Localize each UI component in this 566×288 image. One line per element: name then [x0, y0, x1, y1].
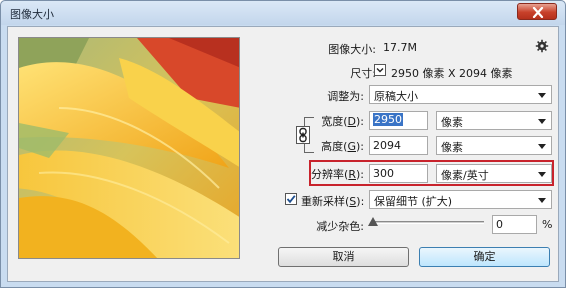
width-value: 2950 — [373, 113, 403, 126]
chevron-down-icon — [538, 119, 546, 124]
chevron-down-icon — [376, 68, 384, 73]
constrain-proportions-button[interactable] — [296, 126, 310, 144]
width-input[interactable]: 2950 — [369, 111, 428, 130]
chevron-down-icon — [538, 144, 546, 149]
flower-preview-image — [19, 38, 239, 258]
resolution-label: 分辨率(R): — [311, 168, 364, 181]
ok-button[interactable]: 确定 — [419, 247, 550, 267]
width-unit-select[interactable]: 像素 — [436, 111, 552, 130]
reduce-noise-unit: % — [542, 218, 553, 231]
dimensions-unit-toggle[interactable] — [374, 64, 386, 76]
resolution-value: 300 — [373, 167, 394, 180]
close-button[interactable] — [517, 3, 557, 20]
chevron-down-icon — [538, 172, 546, 177]
fit-to-select[interactable]: 原稿大小 — [369, 85, 552, 104]
dialog-body: 图像大小: 17.7M 尺寸: 2950 像素 X 2094 像素 调整为: 原… — [7, 26, 559, 282]
reduce-noise-value: 0 — [496, 218, 503, 231]
reduce-noise-slider[interactable] — [372, 221, 484, 224]
dimensions-value: 2950 像素 X 2094 像素 — [391, 67, 513, 80]
height-value: 2094 — [373, 139, 401, 152]
height-input[interactable]: 2094 — [369, 136, 428, 155]
resample-label: 重新采样(S): — [301, 195, 365, 208]
checkmark-icon — [286, 195, 296, 204]
resolution-input[interactable]: 300 — [369, 164, 428, 183]
close-icon — [532, 7, 544, 18]
image-preview[interactable] — [18, 37, 240, 259]
reduce-noise-label: 减少杂色: — [316, 220, 364, 233]
resolution-unit: 像素/英寸 — [441, 169, 489, 182]
cancel-button[interactable]: 取消 — [278, 247, 409, 267]
chevron-down-icon — [538, 198, 546, 203]
image-size-label: 图像大小: — [328, 43, 376, 56]
fit-to-label: 调整为: — [327, 90, 364, 103]
height-label: 高度(G): — [321, 140, 364, 153]
resample-checkbox[interactable] — [285, 193, 297, 205]
width-label: 宽度(D): — [321, 115, 364, 128]
reduce-noise-input[interactable]: 0 — [492, 215, 537, 234]
resolution-unit-select[interactable]: 像素/英寸 — [436, 164, 552, 183]
window-title: 图像大小 — [10, 8, 54, 21]
chain-link-icon — [299, 127, 307, 143]
resample-method-select[interactable]: 保留细节 (扩大) — [369, 190, 552, 209]
width-unit: 像素 — [441, 116, 463, 129]
reduce-noise-slider-thumb[interactable] — [368, 217, 378, 226]
chevron-down-icon — [538, 93, 546, 98]
settings-menu-button[interactable] — [535, 39, 549, 53]
image-size-value: 17.7M — [383, 41, 417, 54]
resample-method-value: 保留细节 (扩大) — [374, 195, 453, 208]
title-bar: 图像大小 — [1, 1, 565, 25]
height-unit-select[interactable]: 像素 — [436, 136, 552, 155]
gear-icon — [535, 39, 549, 53]
dimensions-label: 尺寸: — [350, 67, 376, 80]
image-size-dialog: 图像大小 图像大小: 17.7M 尺寸: 2950 像素 X 2094 像素 调… — [0, 0, 566, 288]
height-unit: 像素 — [441, 141, 463, 154]
fit-to-value: 原稿大小 — [374, 90, 418, 103]
